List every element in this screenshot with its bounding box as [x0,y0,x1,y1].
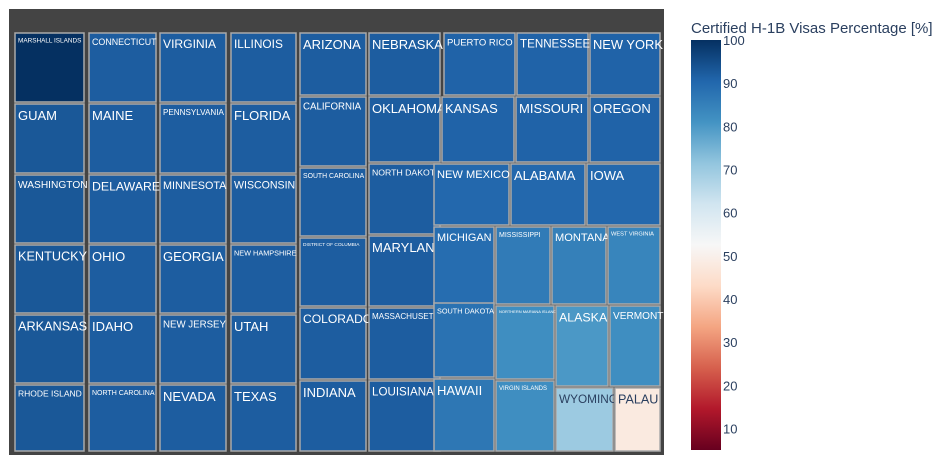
treemap-tile-label: NEVADA [163,389,216,404]
colorbar-tick-label: 40 [723,292,737,307]
colorbar-tick-label: 50 [723,249,737,264]
treemap-tile-label: ALASKA [559,310,608,324]
treemap-tile-label: OKLAHOMA [372,101,446,116]
treemap-tile-label: MARSHALL ISLANDS [18,37,81,44]
treemap-tile-label: KENTUCKY [18,250,88,264]
treemap-chart: MARSHALL ISLANDS GUAM WASHINGTON KENTUCKY AR… [0,0,952,466]
treemap-tile-label: DELAWARE [92,179,160,193]
treemap-tile-label: WYOMING [559,392,618,406]
treemap-tile-label: INDIANA [303,385,356,400]
treemap-tile-label: MARYLAND [372,240,444,255]
colorbar-gradient [691,40,721,450]
treemap-tile-label: PALAU [618,393,658,407]
treemap-tile-label: MISSISSIPPI [499,232,541,239]
treemap-tile-label: ALABAMA [514,168,576,183]
treemap-tile-label: MISSOURI [519,101,583,116]
treemap-tiles: MARSHALL ISLANDS GUAM WASHINGTON KENTUCKY AR… [14,32,663,452]
treemap-tile-label: PUERTO RICO [447,38,513,49]
treemap-tile-label: NEW JERSEY [163,320,227,331]
treemap-tile-label: OREGON [593,101,651,116]
treemap-tile-label: NEW HAMPSHIRE [234,248,297,257]
treemap-tile-label: WEST VIRGINIA [611,232,654,238]
treemap-tile-label: PENNSYLVANIA [163,108,224,117]
treemap-tile-label: OHIO [92,249,125,264]
treemap-tile-label: SOUTH CAROLINA [303,173,365,180]
treemap-tile-label: NEW MEXICO [437,169,510,181]
treemap-tile-label: NORTH CAROLINA [92,390,155,397]
treemap-tile-label: KANSAS [445,101,498,116]
treemap-tile-label: MINNESOTA [163,180,227,192]
treemap-tile-label: NEBRASKA [372,37,443,52]
colorbar-tick-label: 80 [723,119,737,134]
treemap-tile-label: GEORGIA [163,249,224,264]
treemap-tile-label: MAINE [92,108,134,123]
treemap-tile-label: NEW YORK [593,37,663,52]
treemap-tile-label: WISCONSIN [234,180,295,192]
treemap-tile[interactable] [607,226,661,305]
colorbar-ticks: 10 20 30 40 50 60 70 80 90 100 [723,33,745,436]
treemap-tile[interactable] [299,237,367,307]
treemap-tile-label: COLORADO [303,312,372,326]
treemap-tile-label: ARKANSAS [18,320,87,334]
treemap-tile[interactable] [495,305,555,380]
treemap-tile-label: HAWAII [437,383,482,398]
colorbar-tick-label: 90 [723,76,737,91]
treemap-tile-label: GUAM [18,108,57,123]
treemap-tile-label: MICHIGAN [437,232,491,244]
treemap-tile-label: MONTANA [555,232,610,244]
chart-svg: MARSHALL ISLANDS GUAM WASHINGTON KENTUCKY AR… [9,9,933,455]
treemap-tile-label: DISTRICT OF COLUMBIA [303,242,360,248]
colorbar-tick-label: 10 [723,421,737,436]
treemap-tile-label: CONNECTICUT [92,37,157,47]
treemap-tile-label: RHODE ISLAND [18,388,82,398]
treemap-tile-label: ILLINOIS [234,37,283,51]
treemap-tile-label: VIRGIN ISLANDS [499,386,547,392]
colorbar-tick-label: 70 [723,162,737,177]
colorbar-tick-label: 30 [723,335,737,350]
treemap-tile-label: NORTH DAKOTA [372,168,440,178]
treemap-tile-label: FLORIDA [234,108,291,123]
colorbar: Certified H-1B Visas Percentage [%] 1020… [691,20,933,450]
treemap-tile-label: NORTHERN MARIANA ISLANDS [499,309,559,314]
colorbar-tick-label: 20 [723,378,737,393]
treemap-tile-label: CALIFORNIA [303,102,362,113]
treemap-tile-label: VIRGINIA [163,37,217,51]
treemap-tile-label: TENNESSEE [520,38,590,51]
colorbar-tick-label: 60 [723,206,737,221]
treemap-tile-label: TEXAS [234,389,277,404]
treemap-tile-label: IDAHO [92,319,133,334]
treemap-tile-label: IOWA [590,168,625,183]
treemap-tile-label: VERMONT [613,311,663,322]
treemap-tile-label: WASHINGTON [18,180,88,191]
colorbar-tick-label: 100 [723,33,745,48]
treemap-tile-label: UTAH [234,319,268,334]
treemap-tile-label: SOUTH DAKOTA [437,306,494,315]
treemap-tile-label: ARIZONA [303,37,361,52]
treemap-tile-label: LOUISIANA [372,386,434,399]
